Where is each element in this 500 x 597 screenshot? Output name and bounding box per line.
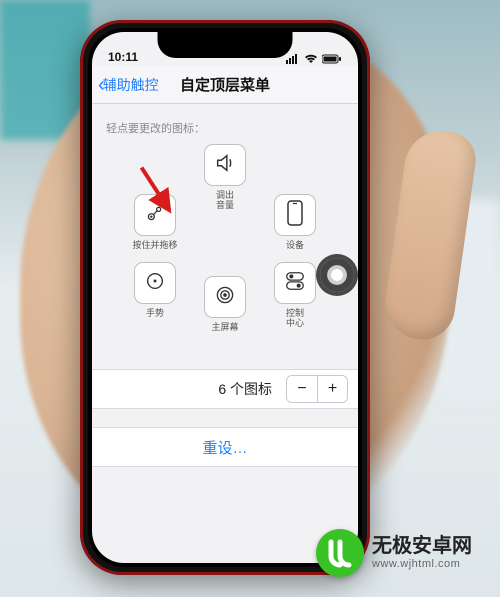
assistivetouch-button[interactable] (320, 258, 354, 292)
press-drag-icon (144, 202, 166, 229)
icon-count-row: 6 个图标 − + (92, 369, 358, 409)
wifi-icon (304, 54, 318, 64)
watermark-logo-icon (316, 529, 364, 577)
tile-label: 手势 (130, 308, 180, 318)
battery-icon (322, 54, 342, 64)
tile-label: 调出 音量 (200, 190, 250, 211)
reset-label: 重设… (202, 437, 247, 458)
back-label: 辅助触控 (103, 75, 159, 95)
icon-count-stepper: − + (286, 375, 348, 403)
icon-count-label: 6 个图标 (218, 379, 272, 399)
watermark: 无极安卓网 www.wjhtml.com (308, 523, 486, 583)
tile-control-center[interactable]: 控制 中心 (270, 262, 320, 329)
menu-grid: 调出 音量 按住并拖移 设备 (116, 144, 334, 329)
back-button[interactable]: ‹ 辅助触控 (98, 75, 159, 95)
signal-icon (286, 54, 300, 64)
tile-label: 按住并拖移 (130, 240, 180, 250)
page-title: 自定顶层菜单 (180, 74, 270, 95)
phone-frame: 10:11 ‹ 辅助触控 自定顶 (80, 20, 370, 575)
tile-gesture[interactable]: 手势 (130, 262, 180, 318)
tile-press-drag[interactable]: 按住并拖移 (130, 194, 180, 250)
watermark-brand: 无极安卓网 (372, 535, 472, 558)
notch (158, 32, 293, 58)
device-icon (285, 200, 305, 231)
tile-label: 主屏幕 (200, 322, 250, 332)
gesture-icon (144, 270, 166, 297)
tile-label: 控制 中心 (270, 308, 320, 329)
stepper-minus-button[interactable]: − (287, 376, 317, 402)
tile-home[interactable]: 主屏幕 (200, 276, 250, 332)
stepper-plus-button[interactable]: + (317, 376, 347, 402)
speaker-icon (214, 152, 236, 179)
reset-button[interactable]: 重设… (92, 427, 358, 467)
section-label: 轻点要更改的图标： (92, 104, 358, 144)
phone-screen: 10:11 ‹ 辅助触控 自定顶 (92, 32, 358, 563)
home-icon (214, 284, 236, 311)
tile-volume[interactable]: 调出 音量 (200, 144, 250, 211)
tile-label: 设备 (270, 240, 320, 250)
watermark-url: www.wjhtml.com (372, 558, 472, 571)
status-time: 10:11 (108, 50, 138, 64)
nav-bar: ‹ 辅助触控 自定顶层菜单 (92, 66, 358, 104)
control-center-icon (284, 270, 306, 297)
tile-device[interactable]: 设备 (270, 194, 320, 250)
